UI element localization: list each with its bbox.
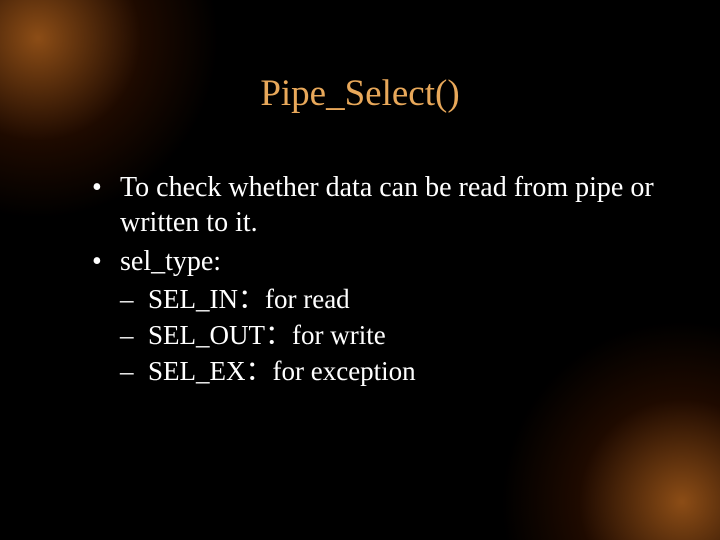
bullet-item: • To check whether data can be read from… [92, 170, 660, 240]
sub-bullet-item: – SEL_IN：for read [92, 283, 660, 317]
sub-bullet-text: SEL_EX：for exception [148, 356, 416, 386]
bullet-item: • sel_type: [92, 244, 660, 279]
slide-title: Pipe_Select() [0, 72, 720, 115]
slide: Pipe_Select() • To check whether data ca… [0, 0, 720, 540]
sub-bullet-item: – SEL_EX：for exception [92, 355, 660, 389]
bullet-text: sel_type: [120, 246, 221, 277]
sub-bullet-text: SEL_IN：for read [148, 284, 350, 314]
bullet-marker-icon: • [92, 244, 102, 279]
sub-bullet-item: – SEL_OUT：for write [92, 319, 660, 353]
bullet-text: To check whether data can be read from p… [120, 172, 654, 238]
dash-marker-icon: – [120, 283, 134, 317]
bullet-marker-icon: • [92, 170, 102, 205]
slide-body: • To check whether data can be read from… [92, 170, 660, 390]
sub-bullet-text: SEL_OUT：for write [148, 320, 386, 350]
dash-marker-icon: – [120, 355, 134, 389]
dash-marker-icon: – [120, 319, 134, 353]
